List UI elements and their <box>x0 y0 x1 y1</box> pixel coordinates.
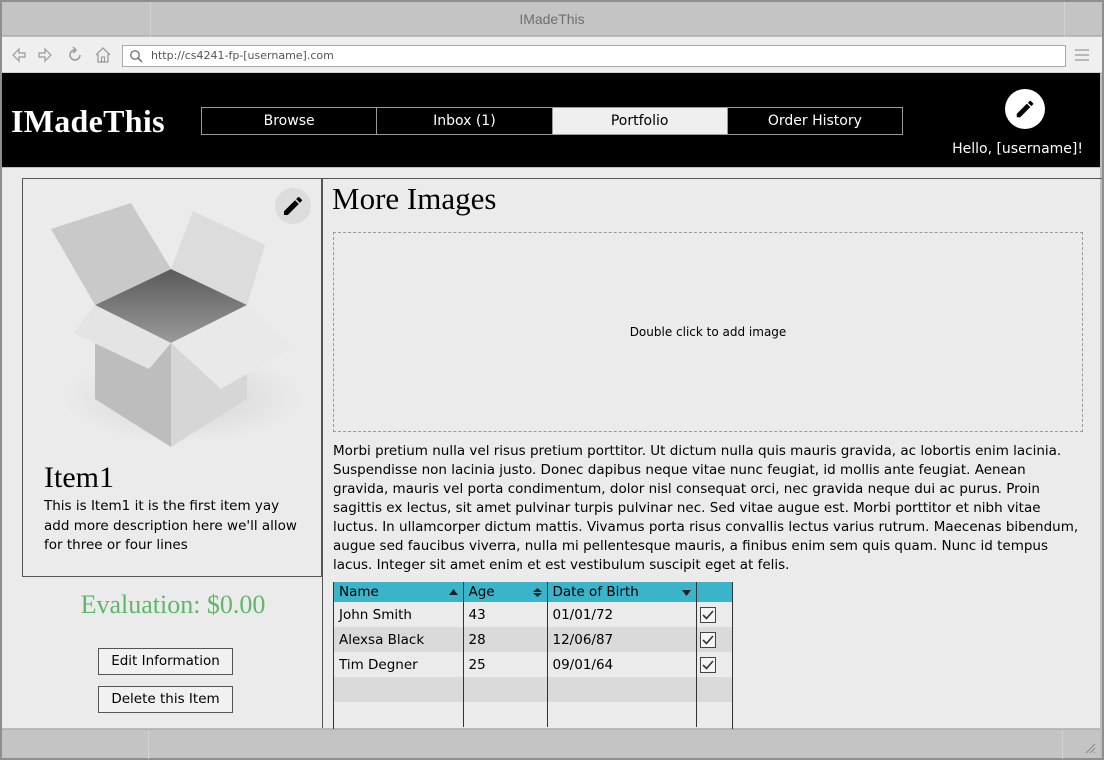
drop-zone-hint: Double click to add image <box>629 325 787 339</box>
cell-name: Alexsa Black <box>334 627 464 652</box>
app-header: IMadeThis Browse Inbox (1) Portfolio Ord… <box>2 73 1100 167</box>
sort-ascending-icon <box>448 589 458 595</box>
cell-check <box>696 602 732 627</box>
refresh-icon[interactable] <box>66 46 84 64</box>
item-paragraph: Morbi pretium nulla vel risus pretium po… <box>333 443 1079 573</box>
more-images-title: More Images <box>332 181 497 216</box>
column-header-check[interactable] <box>696 582 732 602</box>
resize-grip-icon[interactable] <box>1084 742 1096 754</box>
window-titlebar: IMadeThis <box>2 2 1102 36</box>
sort-both-icon <box>532 588 542 597</box>
item-image[interactable] <box>43 193 301 451</box>
item-card: Item1 This is Item1 it is the first item… <box>22 178 322 577</box>
edit-image-button[interactable] <box>275 188 311 224</box>
item-description: This is Item1 it is the first item yay a… <box>44 498 297 553</box>
cell-name: John Smith <box>334 602 464 627</box>
cell-age: 28 <box>463 627 548 652</box>
main-tabs: Browse Inbox (1) Portfolio Order History <box>201 107 903 135</box>
tab-inbox[interactable]: Inbox (1) <box>377 108 553 134</box>
checkmark-icon <box>701 634 714 645</box>
window-statusbar <box>2 729 1100 759</box>
menu-icon[interactable] <box>1074 48 1090 62</box>
checkmark-icon <box>701 659 714 670</box>
delete-item-button[interactable]: Delete this Item <box>98 686 233 713</box>
table-row-empty <box>334 677 732 702</box>
row-checkbox[interactable] <box>699 606 716 623</box>
data-grid: Name Age Date of Birth John Smith 43 01/… <box>333 582 733 729</box>
browser-navbar: http://cs4241-fp-[username].com <box>2 37 1102 73</box>
cell-dob: 01/01/72 <box>547 602 697 627</box>
column-header-age[interactable]: Age <box>463 582 548 602</box>
checkmark-icon <box>701 609 714 620</box>
cell-dob: 12/06/87 <box>547 627 697 652</box>
statusbar-divider <box>148 730 149 759</box>
window-title: IMadeThis <box>519 11 585 27</box>
tab-order-history[interactable]: Order History <box>728 108 902 134</box>
table-row[interactable]: Alexsa Black 28 12/06/87 <box>334 627 732 652</box>
table-row[interactable]: John Smith 43 01/01/72 <box>334 602 732 627</box>
column-header-dob[interactable]: Date of Birth <box>547 582 697 602</box>
url-text: http://cs4241-fp-[username].com <box>151 49 334 62</box>
main-content: Item1 This is Item1 it is the first item… <box>2 168 1102 729</box>
cell-check <box>696 627 732 652</box>
item-title: Item1 <box>44 461 114 494</box>
user-greeting: Hello, [username]! <box>952 141 1083 157</box>
table-row-empty <box>334 702 732 727</box>
address-bar[interactable]: http://cs4241-fp-[username].com <box>122 45 1066 67</box>
back-icon[interactable] <box>10 46 28 64</box>
cell-dob: 09/01/64 <box>547 652 697 677</box>
cell-check <box>696 652 732 677</box>
statusbar-divider <box>1062 730 1063 759</box>
brand-logo[interactable]: IMadeThis <box>11 103 165 140</box>
image-drop-zone[interactable]: Double click to add image <box>333 232 1083 432</box>
more-images-panel: More Images Double click to add image Mo… <box>322 178 1102 729</box>
forward-icon[interactable] <box>36 46 54 64</box>
tab-portfolio[interactable]: Portfolio <box>552 108 728 134</box>
pencil-icon <box>284 196 303 215</box>
search-icon <box>130 50 143 63</box>
home-icon[interactable] <box>94 46 112 64</box>
evaluation-price: Evaluation: $0.00 <box>80 590 266 619</box>
sort-descending-icon <box>681 590 691 596</box>
tab-browse[interactable]: Browse <box>202 108 378 134</box>
cell-name: Tim Degner <box>334 652 464 677</box>
row-checkbox[interactable] <box>699 631 716 648</box>
table-row[interactable]: Tim Degner 25 09/01/64 <box>334 652 732 677</box>
profile-edit-button[interactable] <box>1005 89 1045 129</box>
cell-age: 25 <box>463 652 548 677</box>
edit-information-button[interactable]: Edit Information <box>98 648 233 675</box>
pencil-icon <box>1016 100 1034 118</box>
column-header-name[interactable]: Name <box>334 582 464 602</box>
cell-age: 43 <box>463 602 548 627</box>
row-checkbox[interactable] <box>699 656 716 673</box>
